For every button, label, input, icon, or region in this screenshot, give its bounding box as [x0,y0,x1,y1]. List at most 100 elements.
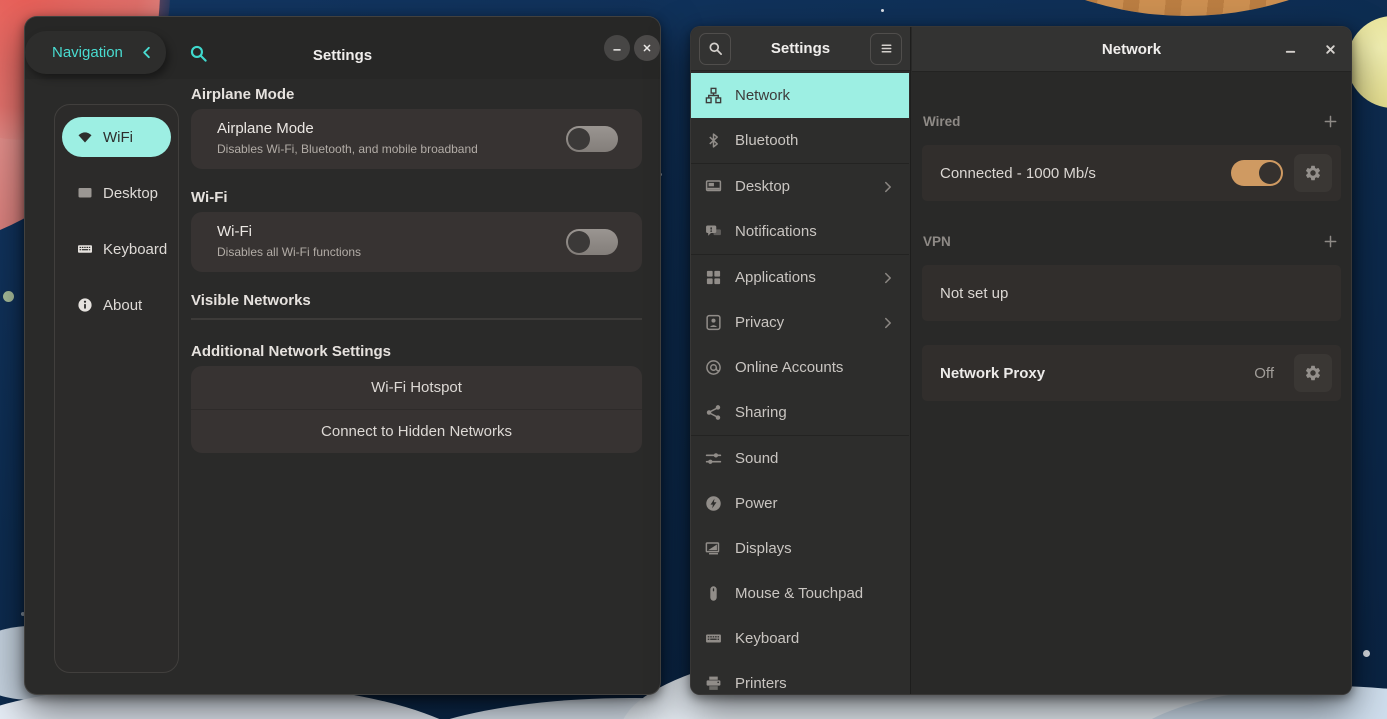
airplane-mode-toggle[interactable] [566,126,618,152]
airplane-mode-row: Airplane Mode Disables Wi-Fi, Bluetooth,… [191,109,642,169]
sidebar-item-keyboard[interactable]: Keyboard [691,616,909,661]
wired-heading: Wired [922,114,960,129]
sharing-icon [705,404,722,421]
sidebar-item-desktop[interactable]: Desktop [691,164,909,209]
wifi-icon [77,129,93,145]
star-dot [881,9,884,12]
star-dot [3,291,14,302]
sidebar-item-label: Displays [735,540,792,557]
desktop-icon [77,185,93,201]
close-icon [641,42,653,54]
vpn-heading: VPN [922,234,951,249]
toggle-knob [568,128,590,150]
chevron-right-icon [881,271,895,285]
minimize-button[interactable] [1283,42,1298,57]
network-proxy-label: Network Proxy [940,365,1243,382]
sidebar-item-privacy[interactable]: Privacy [691,300,909,345]
separator [191,318,642,320]
chevron-right-icon [881,316,895,330]
wifi-panel: Airplane Mode Airplane Mode Disables Wi-… [191,17,642,694]
vpn-section-header: VPN [922,231,1338,251]
section-heading-airplane: Airplane Mode [191,86,294,103]
network-proxy-row: Network Proxy Off [922,345,1341,401]
about-icon [77,297,93,313]
chevron-right-icon [881,180,895,194]
sidebar-item-power[interactable]: Power [691,481,909,526]
wifi-hotspot-button[interactable]: Wi-Fi Hotspot [191,366,642,409]
hamburger-icon [879,41,894,56]
bluetooth-icon [705,132,722,149]
add-wired-connection-button[interactable] [1323,114,1338,129]
sidebar-item-label: Printers [735,675,787,692]
titlebar[interactable]: Network [912,27,1351,72]
sidebar-item-label: Notifications [735,223,817,240]
add-vpn-button[interactable] [1323,234,1338,249]
chevron-left-icon [139,45,154,60]
sidebar-item-keyboard[interactable]: Keyboard [62,229,171,269]
wired-section-header: Wired [922,111,1338,131]
row-subtitle: Disables Wi-Fi, Bluetooth, and mobile br… [217,142,478,156]
row-titles: Airplane Mode Disables Wi-Fi, Bluetooth,… [217,120,478,156]
sidebar-item-label: Keyboard [103,241,167,258]
search-icon [708,41,723,56]
sidebar-item-displays[interactable]: Displays [691,526,909,571]
sidebar-item-printers[interactable]: Printers [691,661,909,694]
sidebar-item-network[interactable]: Network [691,73,909,118]
wired-connection-row: Connected - 1000 Mb/s [922,145,1341,201]
sidebar-item-label: Power [735,495,778,512]
network-content: Wired Connected - 1000 Mb/s VPN Not set … [912,72,1351,694]
sidebar-item-label: Network [735,87,790,104]
network-proxy-status: Off [1254,365,1274,382]
sidebar-item-mouse-touchpad[interactable]: Mouse & Touchpad [691,571,909,616]
sidebar-item-online-accounts[interactable]: Online Accounts [691,345,909,390]
toggle-knob [568,231,590,253]
wired-toggle[interactable] [1231,160,1283,186]
wifi-row: Wi-Fi Disables all Wi-Fi functions [191,212,642,272]
network-panel: Network Wired Connected - 1000 Mb/s [912,27,1351,694]
online-accounts-icon [705,359,722,376]
sidebar-item-label: Online Accounts [735,359,843,376]
sidebar-item-label: Mouse & Touchpad [735,585,863,602]
sidebar-title: Settings [731,40,870,57]
displays-icon [705,540,722,557]
section-heading-additional: Additional Network Settings [191,343,391,360]
gear-icon [1304,164,1322,182]
sidebar-item-bluetooth[interactable]: Bluetooth [691,118,909,163]
connect-hidden-networks-button[interactable]: Connect to Hidden Networks [191,409,642,453]
wallpaper-orange-planet [854,0,1387,16]
close-button[interactable] [1323,42,1338,57]
notifications-icon [705,223,722,240]
sidebar-item-sharing[interactable]: Sharing [691,390,909,435]
wifi-toggle[interactable] [566,229,618,255]
navigation-label: Navigation [52,44,123,61]
vpn-row: Not set up [922,265,1341,321]
left-sidebar: WiFi Desktop Keyboard About [54,104,179,673]
network-icon [705,87,722,104]
power-icon [705,495,722,512]
wired-settings-button[interactable] [1294,154,1332,192]
sidebar-item-applications[interactable]: Applications [691,255,909,300]
settings-window-right: Settings Network Bluetooth Desktop Notifica… [690,26,1352,695]
sidebar-item-notifications[interactable]: Notifications [691,209,909,254]
sidebar-item-label: Desktop [103,185,158,202]
row-titles: Wi-Fi Disables all Wi-Fi functions [217,223,361,259]
sidebar-item-label: Desktop [735,178,790,195]
sidebar-item-desktop[interactable]: Desktop [62,173,171,213]
row-subtitle: Disables all Wi-Fi functions [217,245,361,259]
printers-icon [705,675,722,692]
sidebar-item-about[interactable]: About [62,285,171,325]
search-button[interactable] [699,33,731,65]
sidebar-item-wifi[interactable]: WiFi [62,117,171,157]
row-title: Wi-Fi [217,223,361,240]
toggle-knob [1259,162,1281,184]
sidebar-item-sound[interactable]: Sound [691,436,909,481]
section-heading-visible-networks: Visible Networks [191,292,311,309]
keyboard-icon [77,241,93,257]
privacy-icon [705,314,722,331]
sidebar-item-label: About [103,297,142,314]
wired-status: Connected - 1000 Mb/s [940,165,1220,182]
star-dot [1363,650,1370,657]
navigation-back-button[interactable]: Navigation [25,31,166,74]
menu-button[interactable] [870,33,902,65]
proxy-settings-button[interactable] [1294,354,1332,392]
